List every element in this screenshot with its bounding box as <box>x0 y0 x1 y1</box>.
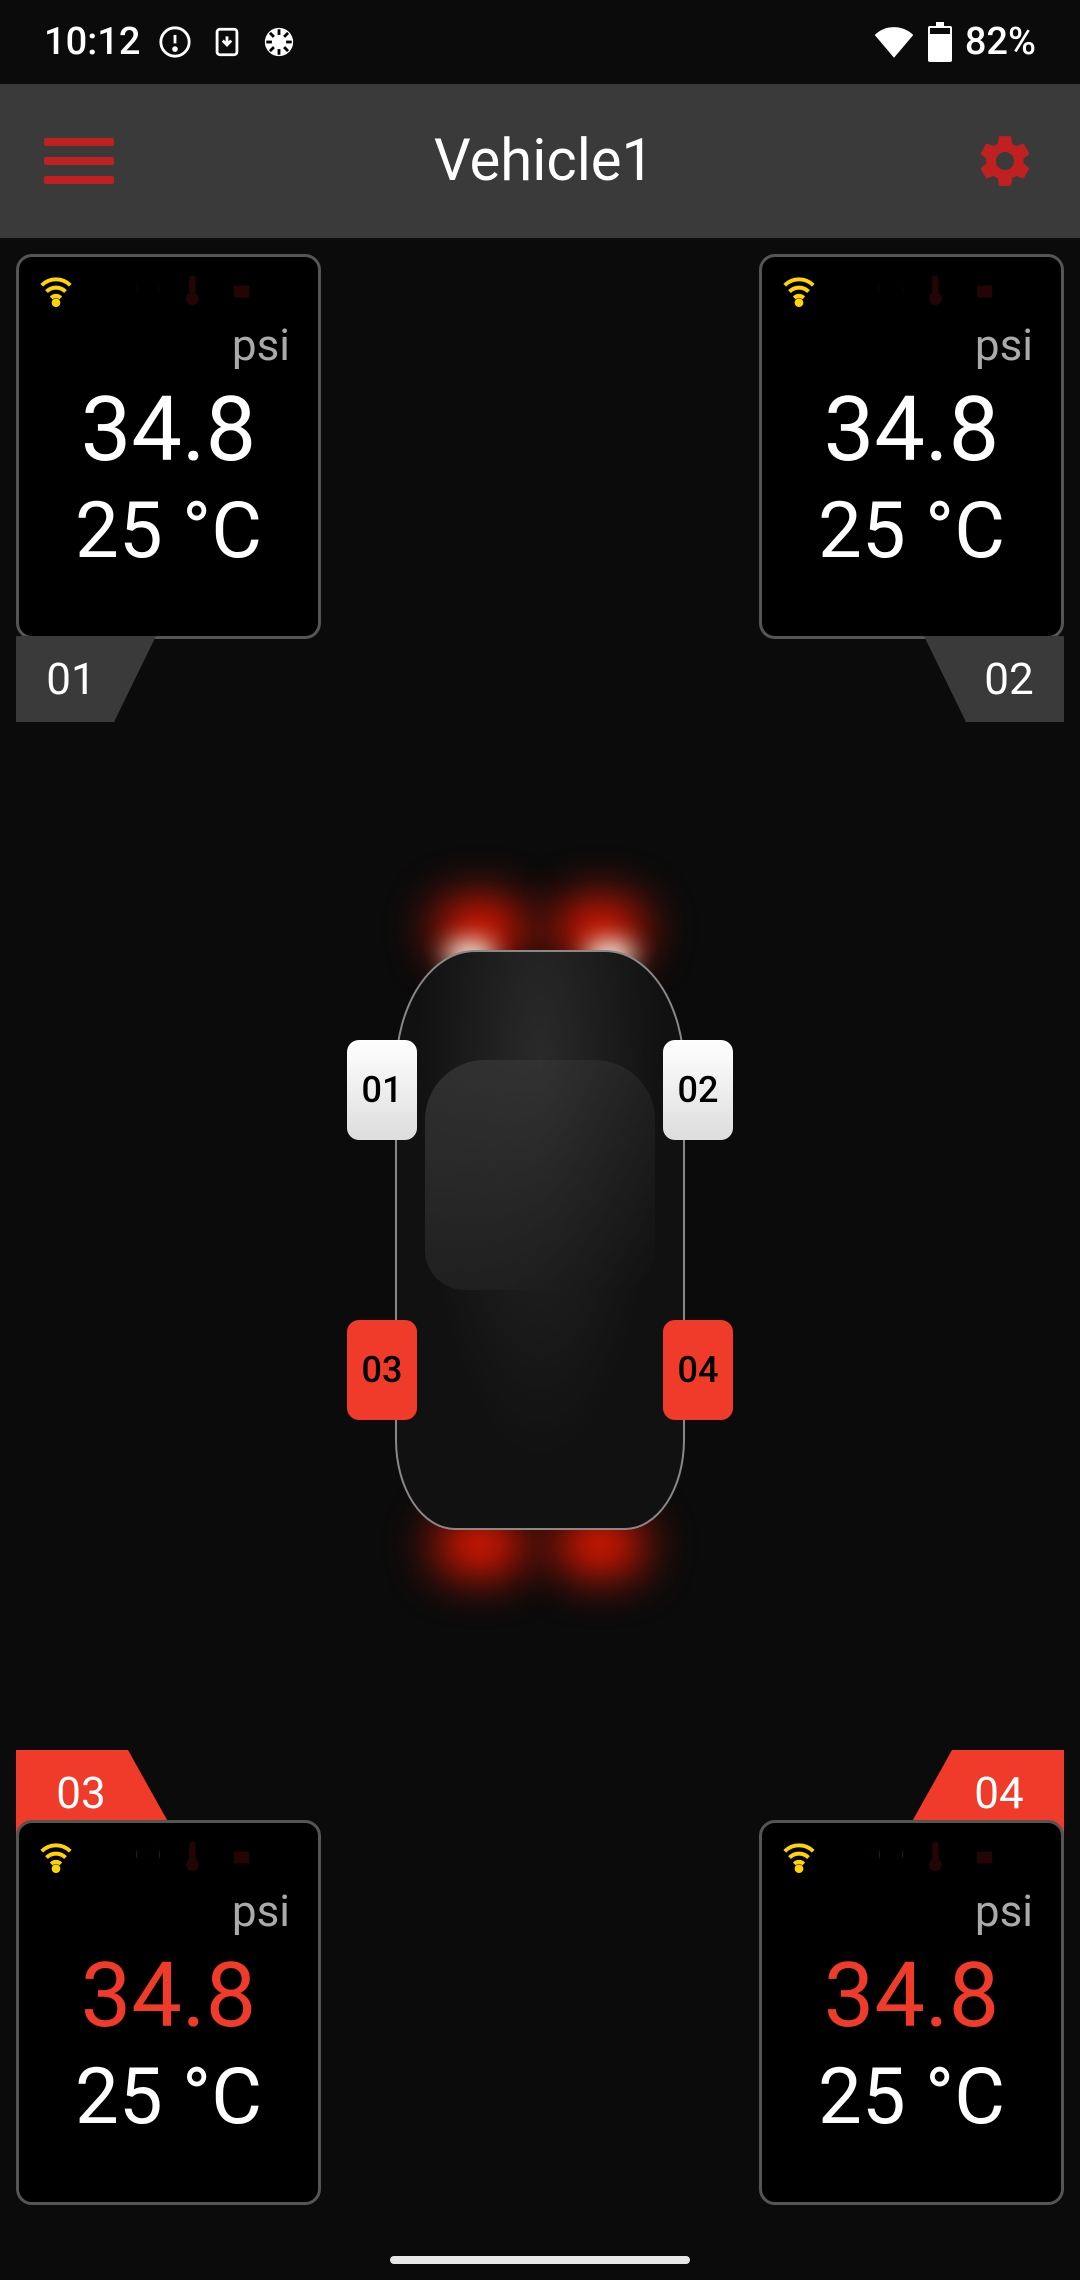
status-bar: 10:12 82% <box>0 0 1080 84</box>
tire-label-01: 01 <box>16 636 156 722</box>
battery-low-icon <box>964 271 1002 309</box>
page-title: Vehicle1 <box>434 127 654 195</box>
tire-card-01[interactable]: psi 34.8 25 °C <box>16 254 321 639</box>
signal-icon <box>37 1837 75 1875</box>
car-window-icon <box>425 1060 655 1290</box>
tire-card-04-status-icons <box>762 1837 1061 1875</box>
pressure-unit: psi <box>232 1885 290 1937</box>
tire-card-02[interactable]: psi 34.8 25 °C <box>759 254 1064 639</box>
tire-marker-01[interactable]: 01 <box>347 1040 417 1140</box>
pressure-value: 34.8 <box>81 1943 256 2048</box>
tpms-warning-icon <box>129 1837 167 1875</box>
tire-marker-02[interactable]: 02 <box>663 1040 733 1140</box>
temperature-value: 25 °C <box>75 2052 262 2143</box>
app-bar: Vehicle1 <box>0 84 1080 238</box>
temperature-value: 25 °C <box>818 2052 1005 2143</box>
settings-icon[interactable] <box>974 130 1036 192</box>
tire-card-02-status-icons <box>762 271 1061 309</box>
tire-card-03[interactable]: psi 34.8 25 °C <box>16 1820 321 2205</box>
signal-icon <box>780 1837 818 1875</box>
target-icon <box>83 271 121 309</box>
tpms-warning-icon <box>129 271 167 309</box>
target-icon <box>826 1837 864 1875</box>
tpms-warning-icon <box>872 1837 910 1875</box>
gesture-bar <box>390 2256 690 2264</box>
tire-marker-04[interactable]: 04 <box>663 1320 733 1420</box>
battery-icon <box>925 22 955 62</box>
menu-icon[interactable] <box>44 138 114 184</box>
wifi-icon <box>873 21 915 63</box>
status-time: 10:12 <box>44 20 140 64</box>
signal-icon <box>780 271 818 309</box>
temperature-value: 25 °C <box>75 486 262 577</box>
tire-card-03-status-icons <box>19 1837 318 1875</box>
target-icon <box>826 271 864 309</box>
thermometer-icon <box>918 271 956 309</box>
battery-low-icon <box>964 1837 1002 1875</box>
download-icon <box>210 25 244 59</box>
tire-card-04[interactable]: psi 34.8 25 °C <box>759 1820 1064 2205</box>
pressure-value: 34.8 <box>824 1943 999 2048</box>
thermometer-icon <box>175 1837 213 1875</box>
pressure-unit: psi <box>975 1885 1033 1937</box>
pressure-value: 34.8 <box>81 377 256 482</box>
tire-marker-03[interactable]: 03 <box>347 1320 417 1420</box>
thermometer-icon <box>918 1837 956 1875</box>
vehicle-diagram: 01 02 03 04 <box>0 820 1080 1620</box>
pressure-unit: psi <box>232 319 290 371</box>
tire-card-01-status-icons <box>19 271 318 309</box>
temperature-value: 25 °C <box>818 486 1005 577</box>
pressure-value: 34.8 <box>824 377 999 482</box>
battery-low-icon <box>221 1837 259 1875</box>
thermometer-icon <box>175 271 213 309</box>
pressure-unit: psi <box>975 319 1033 371</box>
alert-circle-icon <box>158 25 192 59</box>
tire-label-02: 02 <box>924 636 1064 722</box>
status-battery: 82% <box>965 20 1036 64</box>
target-icon <box>83 1837 121 1875</box>
tpms-warning-icon <box>872 271 910 309</box>
battery-low-icon <box>221 271 259 309</box>
loading-icon <box>262 25 296 59</box>
signal-icon <box>37 271 75 309</box>
